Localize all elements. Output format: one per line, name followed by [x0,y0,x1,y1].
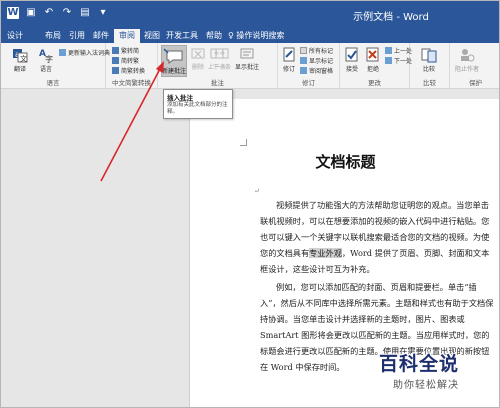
margin-corner-tl [240,139,247,146]
show-markup-label: 显示标记 [309,58,334,65]
group-compare: 比较 比较 [410,43,450,89]
track-changes-label: 修订 [282,66,295,73]
new-comment-button[interactable]: 新建批注 [161,45,187,77]
prev-change-button[interactable]: 上一处 [385,46,412,55]
document-heading[interactable]: 文档标题 [190,151,499,172]
svg-text:字: 字 [45,54,53,63]
group-label-tracking: 修订 [302,79,315,87]
tab-help[interactable]: 帮助 [206,29,222,43]
language-icon: A字 [39,49,53,63]
tab-design[interactable]: 设计 [7,29,23,43]
prev-comment-icon [210,48,224,59]
group-label-comments: 批注 [211,79,224,87]
delete-comment-label: 删除 [191,64,204,71]
next-change-icon [385,57,392,64]
tell-me-label: 操作说明搜索 [236,31,285,40]
paragraph-1[interactable]: 视频提供了功能强大的方法帮助您证明您的观点。当您单击联机视频时，可以在想要添加的… [260,197,496,277]
markup-icon [300,47,307,54]
watermark: 百科全说 助你轻松解决 [379,349,495,391]
accept-button[interactable]: 接受 [342,47,362,73]
group-language: a文 翻译 A字 语言 更新输入法词典 语言 [1,43,110,89]
accept-icon [345,47,358,62]
window-title: 示例文档 - Word [353,12,429,23]
update-ime-button[interactable]: 更新输入法词典 [59,48,110,57]
delete-comment-button[interactable]: 删除 [189,47,207,71]
ribbon: a文 翻译 A字 语言 更新输入法词典 语言 繁转简 简转繁 简繁转换 中文简繁… [1,43,499,89]
tab-mailings[interactable]: 邮件 [93,29,109,43]
show-comments-icon [240,48,254,59]
delete-comment-icon [191,48,205,59]
markup-dropdown[interactable]: 所有标记 [300,46,333,55]
group-label-changes: 更改 [368,79,381,87]
reviewing-pane-label: 审阅窗格 [309,68,334,75]
prev-comment-label: 上一条 [207,64,226,71]
dictionary-icon [59,49,66,56]
svg-text:文: 文 [20,54,27,63]
chinese-convert-label: 简繁转换 [121,68,146,75]
group-protect: 阻止作者 保护 [450,43,499,89]
show-comments-button[interactable]: 显示批注 [234,47,260,71]
group-label-protect: 保护 [469,79,482,87]
translate-label: 翻译 [13,66,26,73]
new-comment-label: 新建批注 [162,68,187,75]
trad-to-simp-icon [112,47,119,54]
title-bar: W ▣ ↶ ↷ ▤ ▾ 示例文档 - Word [1,1,499,29]
reject-button[interactable]: 拒绝 [363,47,383,73]
compare-button[interactable]: 比较 [418,47,440,73]
watermark-subtitle: 助你轻松解决 [393,380,459,391]
block-authors-label: 阻止作者 [454,66,479,73]
new-comment-tooltip: 插入批注 添加有关此文档部分的注释。 [163,89,233,119]
accept-label: 接受 [345,66,358,73]
translate-icon: a文 [13,49,28,63]
tell-me-search[interactable]: ♀ 操作说明搜索 [228,29,284,43]
prev-change-icon [385,47,392,54]
compare-icon [421,48,437,63]
language-button[interactable]: A字 语言 [35,47,57,73]
tab-review[interactable]: 审阅 [114,29,140,43]
tab-layout[interactable]: 布局 [45,29,61,43]
compare-label: 比较 [422,66,435,73]
show-markup-button[interactable]: 显示标记 [300,56,333,65]
group-chinese-conversion: 繁转简 简转繁 简繁转换 中文简繁转换 [106,43,158,89]
next-change-button[interactable]: 下一处 [385,56,412,65]
reject-icon [366,47,379,62]
markup-label: 所有标记 [309,48,334,55]
tab-references[interactable]: 引用 [69,29,85,43]
selected-text[interactable]: 专业外观 [309,248,342,258]
reviewing-pane-button[interactable]: 审阅窗格 [300,66,333,75]
translate-button[interactable]: a文 翻译 [9,47,31,73]
tooltip-description: 添加有关此文档部分的注释。 [167,102,228,115]
trad-to-simp-button[interactable]: 繁转简 [112,46,139,55]
chinese-convert-button[interactable]: 简繁转换 [112,66,145,75]
group-label-language: 语言 [46,79,60,87]
tooltip-title: 插入批注 [167,94,193,102]
group-label-chinese: 中文简繁转换 [112,79,151,87]
new-comment-icon [163,48,183,64]
track-changes-button[interactable]: 修订 [281,47,297,73]
group-changes: 接受 拒绝 上一处 下一处 更改 [340,43,412,89]
tab-developer[interactable]: 开发工具 [166,29,198,43]
reject-label: 拒绝 [366,66,379,73]
track-changes-icon [283,47,295,62]
chinese-convert-icon [112,67,119,74]
update-ime-label: 更新输入法词典 [68,50,111,57]
show-markup-icon [300,57,307,64]
watermark-title: 百科全说 [379,353,460,375]
simp-to-trad-button[interactable]: 简转繁 [112,56,139,65]
word-window: W ▣ ↶ ↷ ▤ ▾ 示例文档 - Word 设计 布局 引用 邮件 审阅 视… [0,0,500,408]
language-label: 语言 [39,66,52,73]
simp-to-trad-label: 简转繁 [121,58,140,65]
group-tracking: 修订 所有标记 显示标记 审阅窗格 修订 [278,43,340,89]
ribbon-tabs: 设计 布局 引用 邮件 审阅 视图 开发工具 帮助 ♀ 操作说明搜索 [1,29,499,43]
group-label-compare: 比较 [423,79,436,87]
reviewing-pane-icon [300,67,307,74]
tab-view[interactable]: 视图 [144,29,160,43]
prev-comment-button[interactable]: 上一条 [206,47,228,71]
simp-to-trad-icon [112,57,119,64]
block-authors-icon [461,49,475,62]
trad-to-simp-label: 繁转简 [121,48,140,55]
block-authors-button[interactable]: 阻止作者 [454,47,480,73]
show-comments-label: 显示批注 [234,64,259,71]
